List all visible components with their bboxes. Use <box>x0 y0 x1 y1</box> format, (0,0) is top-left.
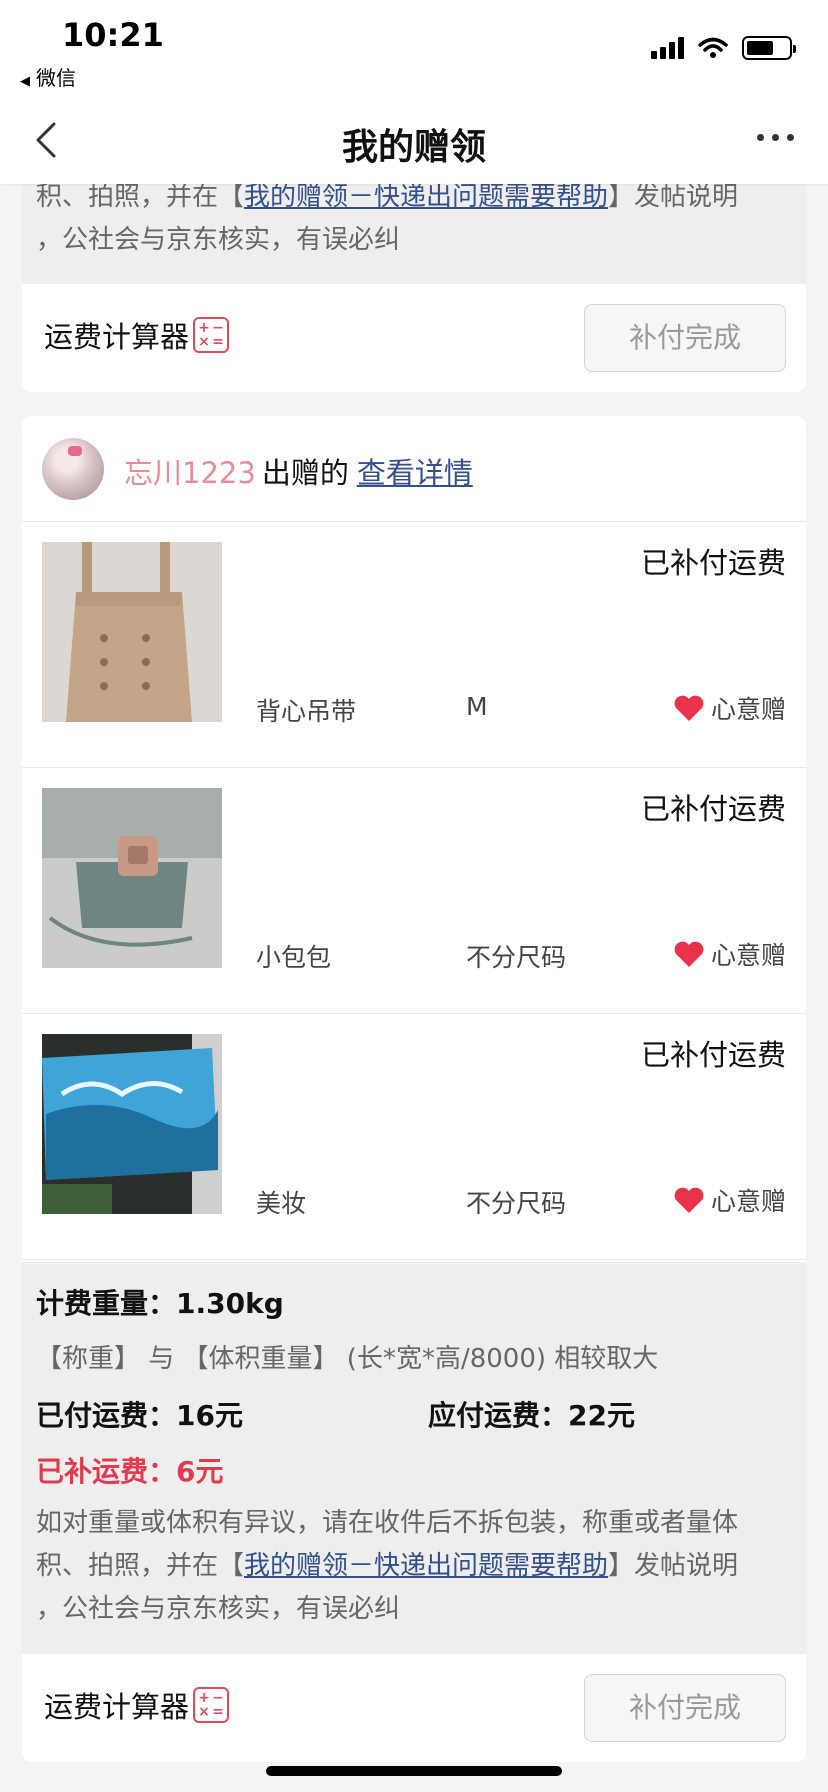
back-to-app[interactable]: ◀ 微信 <box>20 62 76 91</box>
heart-icon <box>674 695 704 721</box>
weight-rule: 【称重】 与 【体积重量】 (长*宽*高/8000) 相较取大 <box>36 1344 659 1374</box>
home-indicator[interactable] <box>266 1766 562 1776</box>
item-size: M <box>466 692 488 721</box>
notice-line-1: 积、拍照，并在【我的赠领－快递出问题需要帮助】发帖说明 <box>36 1551 739 1581</box>
freight-summary: 计费重量：1.30kg 【称重】 与 【体积重量】 (长*宽*高/8000) 相… <box>22 1262 806 1654</box>
item-size: 不分尺码 <box>466 1189 567 1218</box>
pay-done-button[interactable]: 补付完成 <box>584 304 786 372</box>
donor-row: 忘川1223 出赠的 查看详情 <box>22 416 806 522</box>
back-app-label: 微信 <box>36 66 76 90</box>
item-name: 小包包 <box>256 943 332 972</box>
card-footer: 运费计算器 + − × = 补付完成 <box>22 284 806 392</box>
donor-name[interactable]: 忘川1223 <box>124 456 256 490</box>
notice-line-2: ，公社会与京东核实，有误必纠 <box>36 1594 401 1624</box>
donor-label: 出赠的 <box>261 456 349 490</box>
due-freight: 应付运费：22元 <box>428 1399 635 1432</box>
freight-calculator[interactable]: 运费计算器 + − × = <box>44 314 230 356</box>
avatar[interactable] <box>42 438 104 500</box>
item-thumbnail <box>42 788 222 968</box>
wifi-icon <box>698 37 728 58</box>
card-footer: 运费计算器 + − × = 补付完成 <box>22 1654 806 1762</box>
pay-done-button[interactable]: 补付完成 <box>584 1674 786 1742</box>
status-time: 10:21 <box>62 16 164 54</box>
notice-line-2: ，公社会与京东核实，有误必纠 <box>36 225 401 255</box>
freight-calculator[interactable]: 运费计算器 + − × = <box>44 1684 230 1726</box>
status-bar: 10:21 ◀ 微信 <box>0 0 828 96</box>
donor-info: 忘川1223 出赠的 查看详情 <box>124 450 473 492</box>
heart-icon <box>674 941 704 967</box>
help-link[interactable]: 我的赠领－快递出问题需要帮助 <box>244 1551 608 1581</box>
item-tag: 心意赠 <box>673 936 786 972</box>
item-status: 已补付运费 <box>640 792 786 826</box>
nav-bar: 我的赠领 <box>0 96 828 184</box>
item-status: 已补付运费 <box>640 546 786 580</box>
item-status: 已补付运费 <box>640 1038 786 1072</box>
item-tag: 心意赠 <box>673 1182 786 1218</box>
heart-icon <box>674 1187 704 1213</box>
billed-weight: 计费重量：1.30kg <box>36 1287 284 1320</box>
giveaway-card: 忘川1223 出赠的 查看详情 已补付运费 背心吊带 M 心意赠 已补付运费 小… <box>22 416 806 1762</box>
signal-icon <box>651 37 684 59</box>
giveaway-card-previous: 积、拍照，并在【我的赠领－快递出问题需要帮助】发帖说明 ，公社会与京东核实，有误… <box>22 160 806 392</box>
item-tag: 心意赠 <box>673 690 786 726</box>
calculator-label: 运费计算器 <box>44 1690 190 1724</box>
list-item[interactable]: 已补付运费 背心吊带 M 心意赠 <box>22 522 806 768</box>
calculator-icon: + − × = <box>193 317 230 353</box>
item-thumbnail <box>42 1034 222 1214</box>
help-link[interactable]: 我的赠领－快递出问题需要帮助 <box>244 182 608 212</box>
item-name: 背心吊带 <box>256 697 357 726</box>
page-title: 我的赠领 <box>341 127 486 168</box>
extra-freight: 已补运费：6元 <box>36 1455 224 1488</box>
item-name: 美妆 <box>256 1189 307 1218</box>
status-icons <box>651 36 796 60</box>
item-thumbnail <box>42 542 222 722</box>
item-size: 不分尺码 <box>466 943 567 972</box>
paid-freight: 已付运费：16元 <box>36 1399 243 1432</box>
list-item[interactable]: 已补付运费 美妆 不分尺码 心意赠 <box>22 1014 806 1260</box>
calculator-icon: + − × = <box>193 1687 230 1723</box>
list-item[interactable]: 已补付运费 小包包 不分尺码 心意赠 <box>22 768 806 1014</box>
calculator-label: 运费计算器 <box>44 320 190 354</box>
view-detail-link[interactable]: 查看详情 <box>357 456 473 490</box>
more-icon[interactable] <box>757 134 794 141</box>
battery-icon <box>742 36 796 60</box>
notice-line-0: 如对重量或体积有异议，请在收件后不拆包装，称重或者量体 <box>36 1508 739 1538</box>
freight-notice: 如对重量或体积有异议，请在收件后不拆包装，称重或者量体 积、拍照，并在【我的赠领… <box>36 1502 796 1631</box>
back-triangle-icon: ◀ <box>20 74 30 89</box>
